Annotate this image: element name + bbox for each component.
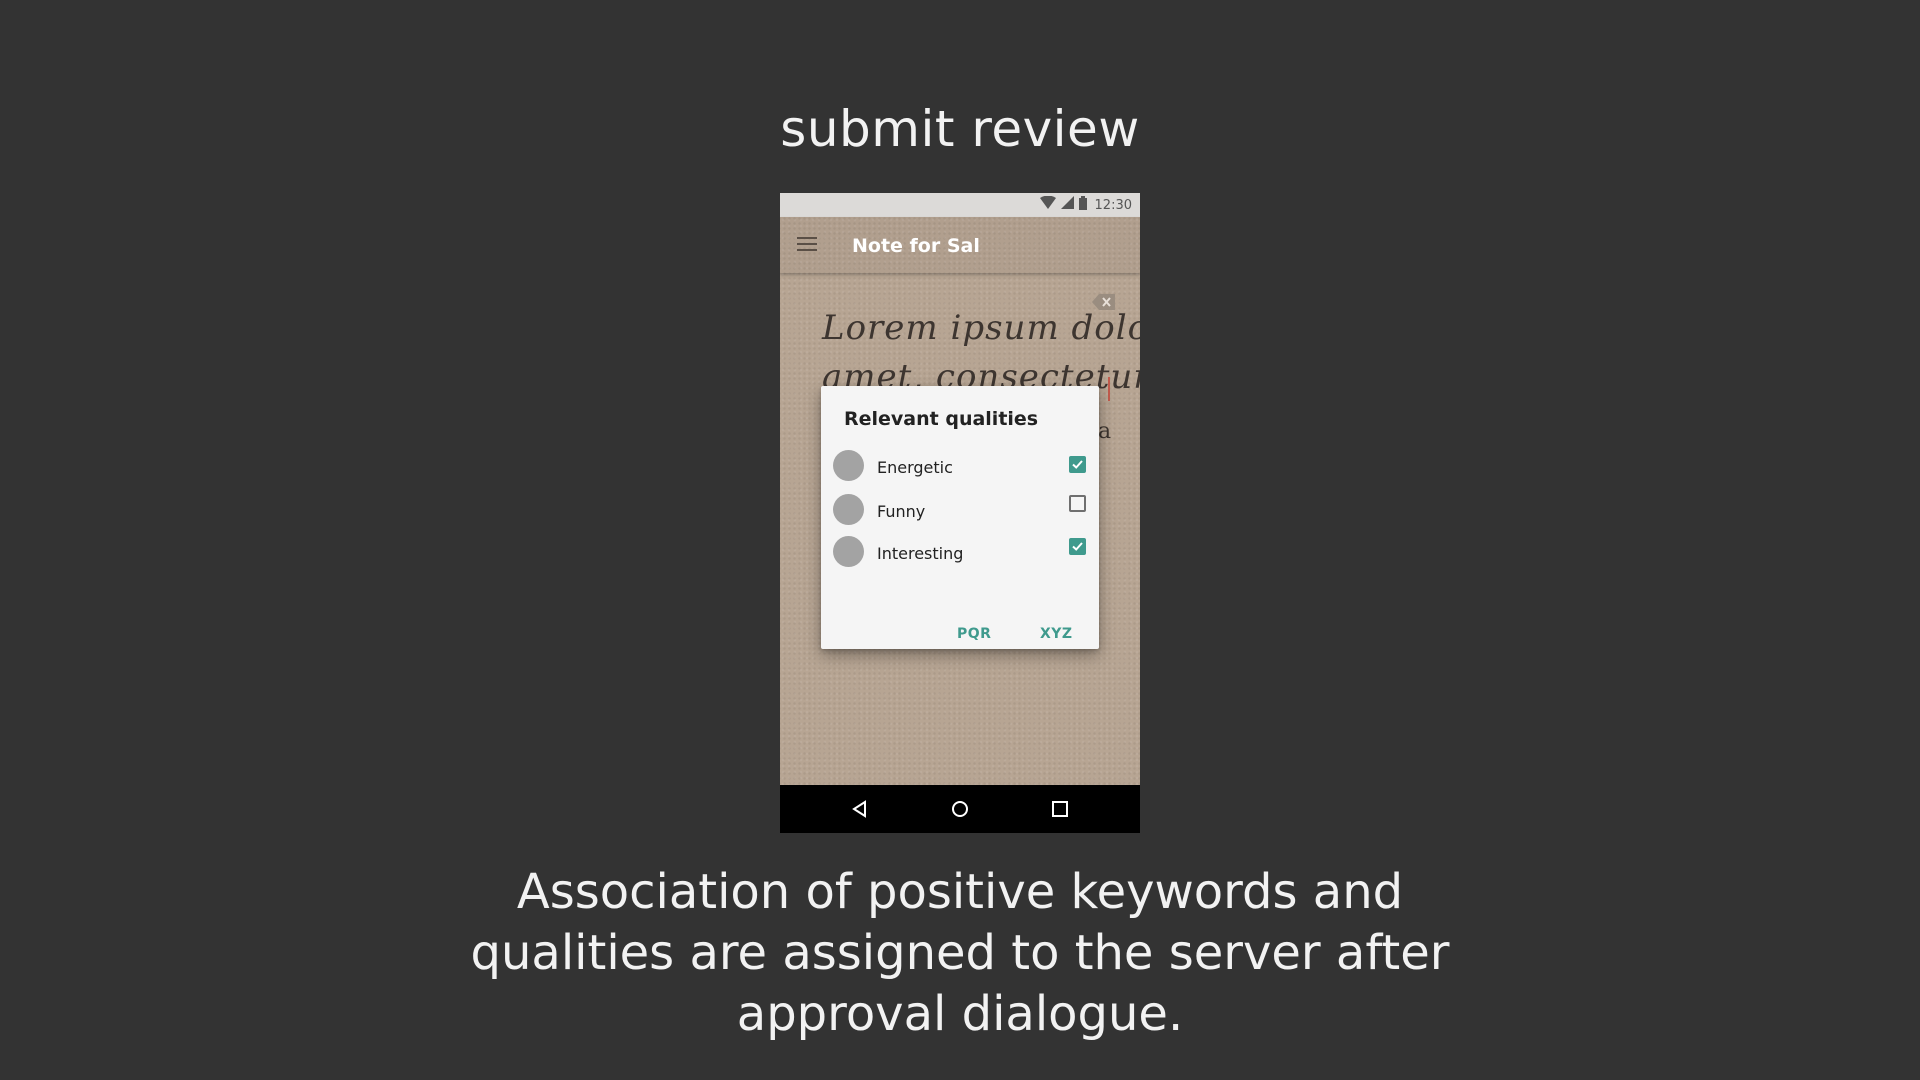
- xyz-button[interactable]: XYZ: [1040, 626, 1073, 642]
- navigation-bar: [780, 785, 1140, 833]
- home-icon[interactable]: [948, 797, 972, 821]
- battery-icon: [1078, 195, 1087, 215]
- quality-label: Interesting: [877, 544, 964, 563]
- phone-screen: 12:30 Note for Sal Lorem ipsum dolor sit…: [780, 193, 1140, 833]
- status-bar: 12:30: [780, 193, 1140, 217]
- app-bar: Note for Sal: [780, 217, 1140, 273]
- pqr-button[interactable]: PQR: [957, 626, 991, 642]
- avatar: [833, 536, 864, 567]
- status-time: 12:30: [1094, 197, 1132, 213]
- quality-label: Energetic: [877, 458, 953, 477]
- dialog-title: Relevant qualities: [844, 408, 1039, 430]
- note-text-fragment: a: [1098, 419, 1112, 444]
- quality-label: Funny: [877, 502, 926, 521]
- cell-signal-icon: [1060, 196, 1074, 214]
- avatar: [833, 450, 864, 481]
- note-text-line[interactable]: Lorem ipsum dolor sit: [822, 308, 1140, 348]
- avatar: [833, 494, 864, 525]
- back-icon[interactable]: [848, 797, 872, 821]
- checkbox-funny[interactable]: [1069, 495, 1086, 512]
- hamburger-menu-icon[interactable]: [797, 237, 817, 253]
- checkbox-energetic[interactable]: [1069, 456, 1086, 473]
- list-item[interactable]: Interesting: [821, 534, 1099, 570]
- app-bar-title: Note for Sal: [852, 235, 980, 257]
- text-cursor: [1108, 377, 1110, 401]
- list-item[interactable]: Energetic: [821, 448, 1099, 484]
- recents-icon[interactable]: [1048, 797, 1072, 821]
- qualities-dialog: Relevant qualities Energetic Funny Inter…: [821, 386, 1099, 649]
- wifi-icon: [1039, 195, 1056, 214]
- slide-caption: Association of positive keywords and qua…: [470, 864, 1450, 1042]
- checkbox-interesting[interactable]: [1069, 538, 1086, 555]
- list-item[interactable]: Funny: [821, 492, 1099, 528]
- slide-title: submit review: [780, 100, 1140, 158]
